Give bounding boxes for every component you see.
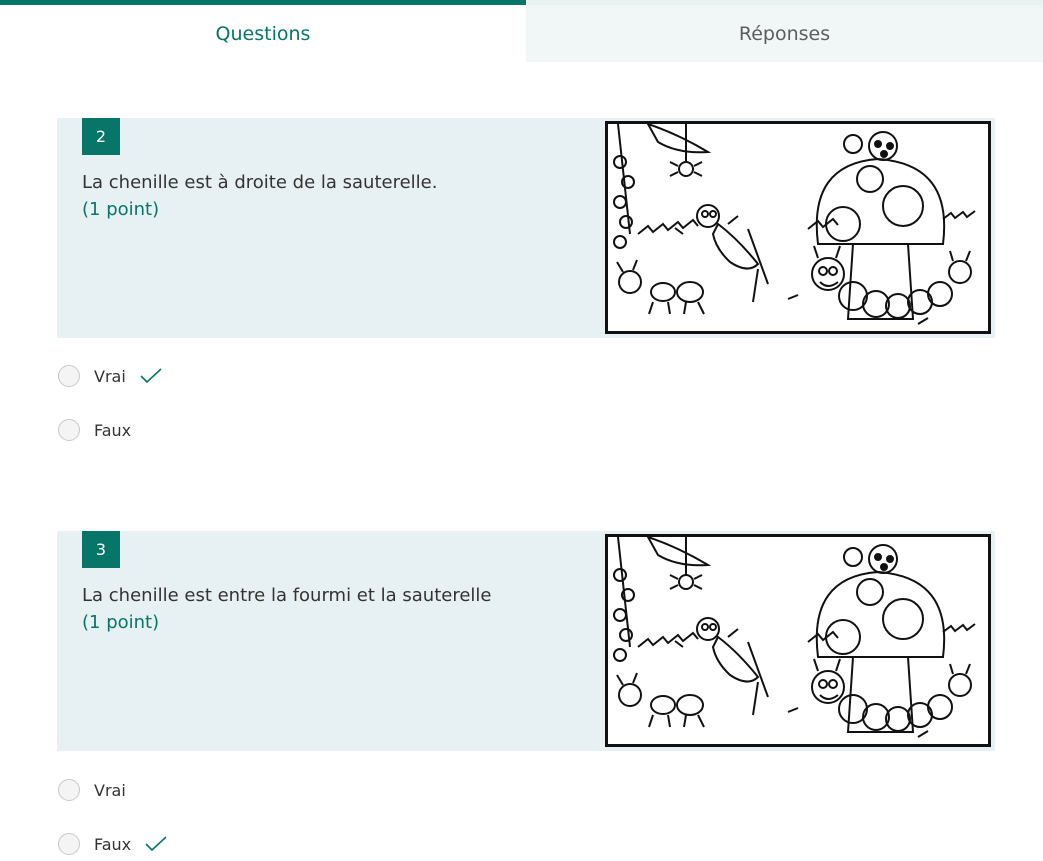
option-label: Vrai <box>94 780 126 800</box>
radio-button[interactable] <box>58 779 80 801</box>
insects-coloring-illustration <box>613 124 976 325</box>
question-points: (1 point) <box>82 199 160 220</box>
question-illustration <box>605 121 991 334</box>
radio-button[interactable] <box>58 365 80 387</box>
tab-responses-label: Réponses <box>738 22 831 45</box>
checkmark-icon <box>140 368 162 384</box>
answer-option-vrai[interactable]: Vrai <box>58 778 126 802</box>
question-card: 2 La chenille est à droite de la sautere… <box>57 118 995 338</box>
question-points: (1 point) <box>82 612 160 633</box>
answer-option-vrai[interactable]: Vrai <box>58 364 162 388</box>
radio-button[interactable] <box>58 833 80 855</box>
question-text: La chenille est à droite de la sauterell… <box>82 172 438 193</box>
question-number-badge: 2 <box>82 118 120 155</box>
option-label: Vrai <box>94 366 126 386</box>
question-illustration <box>605 534 991 747</box>
question-card: 3 La chenille est entre la fourmi et la … <box>57 531 995 751</box>
tab-questions[interactable]: Questions <box>0 0 526 62</box>
option-label: Faux <box>94 834 132 854</box>
radio-button[interactable] <box>58 419 80 441</box>
tab-responses[interactable]: Réponses <box>526 0 1043 62</box>
insects-coloring-illustration <box>613 537 976 738</box>
tab-questions-label: Questions <box>215 22 311 45</box>
question-number-badge: 3 <box>82 531 120 568</box>
option-label: Faux <box>94 420 132 440</box>
tab-bar: Questions Réponses <box>0 0 1043 62</box>
question-text: La chenille est entre la fourmi et la sa… <box>82 585 492 606</box>
answer-option-faux[interactable]: Faux <box>58 832 167 856</box>
checkmark-icon <box>145 836 167 852</box>
answer-option-faux[interactable]: Faux <box>58 418 131 442</box>
